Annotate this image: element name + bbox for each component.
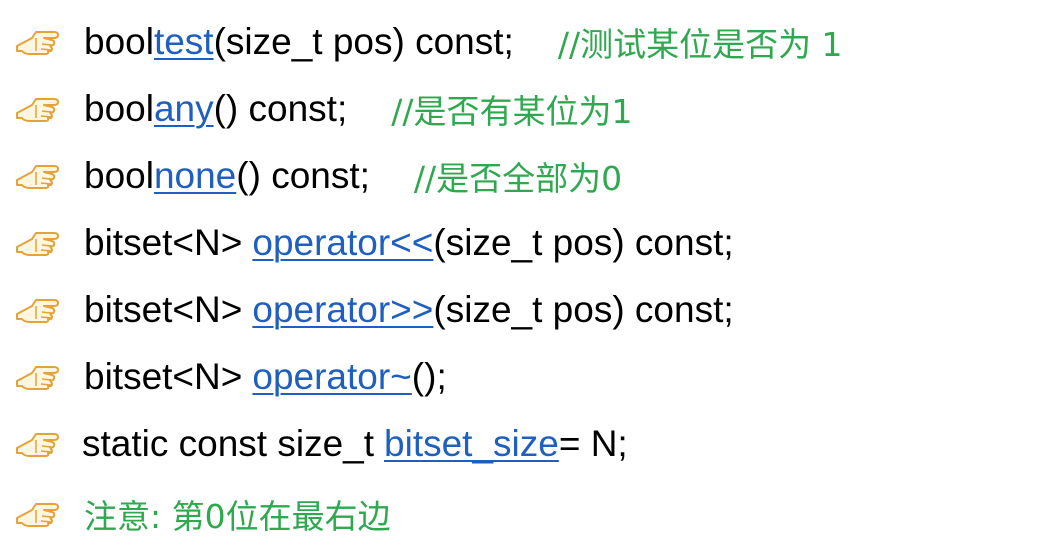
link-operator-shift-left[interactable]: operator<< xyxy=(252,222,433,264)
code-suffix: (size_t pos) const; xyxy=(213,21,514,62)
code-suffix: () const; xyxy=(236,155,370,196)
code-prefix: bitset<N> xyxy=(84,222,243,263)
note-text: 注意: 第0位在最右边 xyxy=(84,497,391,536)
code-comment: //是否全部为0 xyxy=(413,159,623,198)
code-prefix: bitset<N> xyxy=(84,356,243,397)
pointing-hand-icon xyxy=(16,98,59,122)
pointing-hand-icon xyxy=(16,31,59,55)
slide: bool test (size_t pos) const; //测试某位是否为 … xyxy=(0,0,1044,546)
pointing-hand-icon xyxy=(16,433,59,457)
link-operator-shift-right[interactable]: operator>> xyxy=(252,289,433,331)
code-comment: //测试某位是否为 1 xyxy=(557,25,843,64)
code-suffix: () const; xyxy=(213,88,348,129)
code-prefix: bool xyxy=(84,155,154,196)
pointing-hand-icon xyxy=(16,165,59,189)
code-prefix: static const size_t xyxy=(82,423,375,464)
link-test[interactable]: test xyxy=(154,21,214,63)
pointing-hand-icon xyxy=(16,299,59,323)
code-comment: //是否有某位为1 xyxy=(391,92,633,131)
link-bitset-size[interactable]: bitset_size xyxy=(384,423,559,465)
link-any[interactable]: any xyxy=(154,88,214,130)
link-none[interactable]: none xyxy=(154,155,236,197)
code-prefix: bitset<N> xyxy=(84,289,243,330)
pointing-hand-icon xyxy=(16,232,59,256)
code-suffix: (size_t pos) const; xyxy=(433,289,734,330)
link-operator-complement[interactable]: operator~ xyxy=(252,356,411,398)
pointing-hand-icon xyxy=(16,503,59,527)
code-suffix: (size_t pos) const; xyxy=(433,222,734,263)
pointing-hand-icon xyxy=(16,366,59,390)
code-prefix: bool xyxy=(84,88,154,129)
code-suffix: = N; xyxy=(558,423,628,464)
code-prefix: bool xyxy=(84,21,154,62)
code-suffix: (); xyxy=(411,356,447,397)
